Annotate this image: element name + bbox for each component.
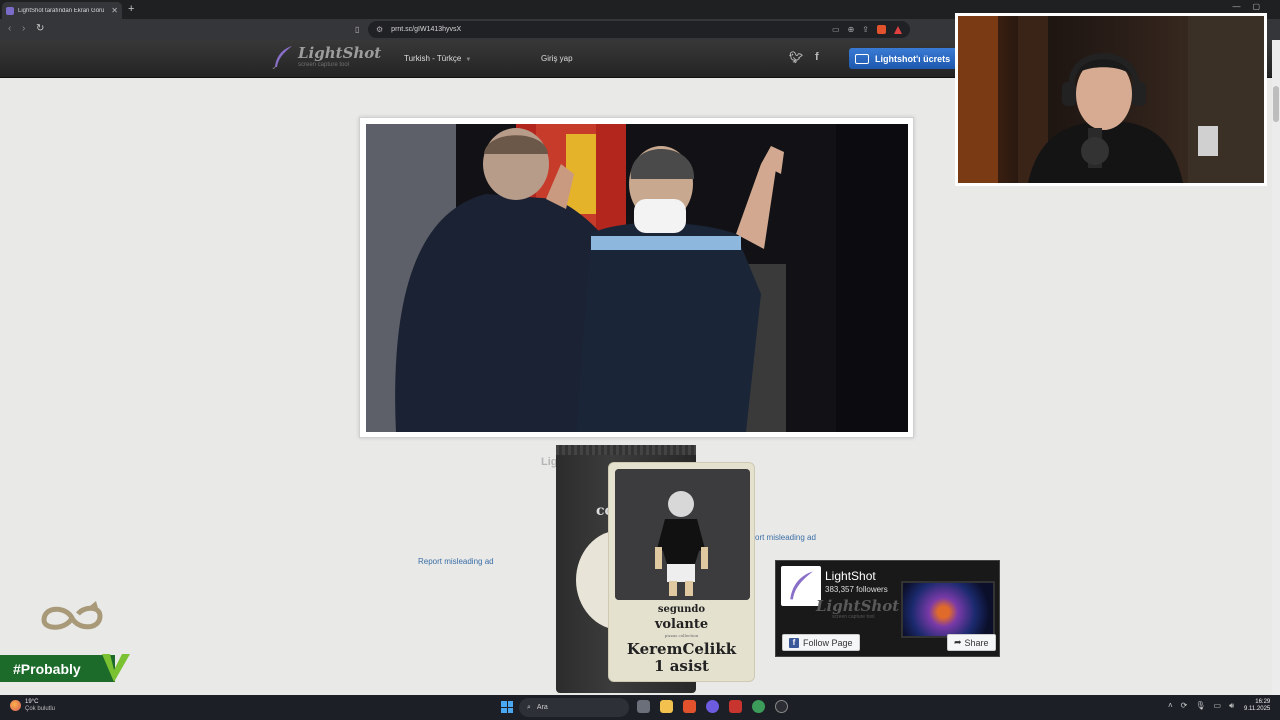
browser-tab[interactable]: LightShot tarafından Ekran Görü ✕ (2, 2, 122, 19)
screenshot-image[interactable] (366, 124, 908, 432)
twitter-icon[interactable]: 🐦︎ (789, 51, 803, 64)
brave-browser-icon[interactable] (683, 700, 696, 713)
bookmark-icon[interactable]: ▯ (355, 24, 359, 36)
webcam-feed (958, 16, 1264, 183)
fb-page-name[interactable]: LightShot (825, 569, 876, 583)
network-icon[interactable]: ▭ (1214, 701, 1222, 711)
scrollbar-thumb[interactable] (1273, 86, 1279, 122)
webcam-overlay (955, 13, 1267, 186)
follow-page-button[interactable]: f Follow Page (782, 634, 860, 651)
system-tray: ˄ ⟳ 🎙︎ ▭ 🔊︎ (1168, 701, 1234, 711)
feather-icon (272, 46, 292, 69)
clock-time: 16:29 (1255, 699, 1271, 705)
search-placeholder: Ara (536, 704, 548, 711)
login-link[interactable]: Giriş yap (541, 54, 573, 63)
cast-icon[interactable]: ▭ (832, 25, 840, 34)
logo-subtitle: screen capture tool (298, 62, 350, 68)
follow-page-label: Follow Page (803, 637, 853, 648)
language-label: Turkish - Türkçe (404, 54, 462, 63)
app-icon[interactable] (729, 700, 742, 713)
start-icon[interactable] (501, 701, 513, 713)
url-text: prnt.sc/gIW1413hyvsX (391, 26, 462, 33)
facebook-icon: f (789, 637, 799, 648)
pack-crimp (556, 445, 696, 455)
player-card-art (615, 469, 750, 600)
card-line-2: volante (654, 617, 709, 632)
volume-icon[interactable]: 🔊︎ (1229, 701, 1234, 711)
download-label: Lightshot'ı ücrets (875, 53, 951, 64)
task-view-icon[interactable] (637, 700, 650, 713)
share-page-icon[interactable]: ⇪ (862, 25, 869, 34)
forward-icon[interactable]: › (22, 23, 25, 35)
fb-wordmark: LightShot (816, 597, 900, 615)
card-line-3: pizzas collection (664, 633, 699, 638)
file-explorer-icon[interactable] (660, 700, 673, 713)
microphone-icon[interactable]: 🎙︎ (1195, 701, 1205, 711)
download-button[interactable]: Lightshot'ı ücrets (849, 48, 969, 69)
minimize-icon[interactable]: — (1232, 2, 1240, 11)
language-selector[interactable]: Turkish - Türkçe ▼ (404, 54, 471, 63)
taskbar-search[interactable]: ⌕ Ara (519, 698, 629, 717)
share-button[interactable]: ➦ Share (947, 634, 996, 651)
brave-shield-icon[interactable] (877, 25, 886, 34)
taskbar-clock[interactable]: 16:29 9.11.2025 (1244, 699, 1270, 713)
card-line-1: segundo (657, 604, 706, 615)
download-icon (855, 53, 869, 64)
report-ad-link-left[interactable]: Report misleading ad (418, 557, 494, 566)
sync-icon[interactable]: ⟳ (1181, 701, 1188, 711)
weather-temp: 19°C (25, 699, 39, 705)
search-icon: ⌕ (527, 703, 531, 711)
chevron-down-icon: ▼ (465, 57, 472, 63)
lightshot-favicon-icon (6, 6, 14, 15)
green-v-icon (102, 654, 130, 682)
card-stat: 1 asist (654, 657, 709, 675)
window-controls: — ▢ (1232, 2, 1260, 11)
obs-icon[interactable] (775, 700, 788, 713)
share-label: Share (964, 637, 989, 648)
taskbar-apps (637, 700, 788, 713)
hashtag-banner: #Probably (0, 655, 115, 682)
share-icon: ➦ (954, 637, 962, 647)
social-links: 🐦︎ f (789, 51, 819, 64)
maximize-icon[interactable]: ▢ (1252, 2, 1260, 11)
lightshot-logo[interactable]: LightShot screen capture tool (272, 45, 381, 69)
card-player-name: KeremCelikk (626, 640, 737, 658)
weather-desc: Çok bulutlu (25, 705, 56, 712)
fb-wordmark-sub: screen capture tool (832, 614, 875, 620)
report-ad-link-right[interactable]: ort misleading ad (755, 533, 816, 542)
reload-icon[interactable]: ↻ (36, 23, 44, 35)
feather-icon (790, 571, 813, 600)
app-icon[interactable] (752, 700, 765, 713)
weather-icon (10, 700, 21, 712)
back-icon[interactable]: ‹ (8, 23, 11, 35)
weather-widget[interactable]: 19°C Çok bulutlu (10, 699, 55, 712)
brave-rewards-icon[interactable] (894, 25, 902, 34)
logo-title: LightShot (298, 44, 382, 62)
lightshot-avatar[interactable] (781, 566, 821, 606)
screenshot-frame (359, 117, 914, 438)
clock-date: 9.11.2025 (1244, 706, 1271, 713)
fb-followers: 383,357 followers (825, 585, 888, 594)
zoom-icon[interactable]: ⊕ (848, 25, 855, 34)
dragon-logo-icon (41, 601, 103, 630)
player-card: segundo volante pizzas collection KeremC… (608, 462, 755, 682)
facebook-icon[interactable]: f (815, 51, 819, 64)
facebook-page-widget: LightShot 383,357 followers LightShot sc… (775, 560, 1000, 657)
discord-icon[interactable] (706, 700, 719, 713)
new-tab-icon[interactable]: + (128, 3, 134, 15)
address-bar[interactable]: ⚙ prnt.sc/gIW1413hyvsX ▭ ⊕ ⇪ (368, 21, 910, 38)
site-settings-icon[interactable]: ⚙ (376, 25, 383, 34)
windows-taskbar: 19°C Çok bulutlu ⌕ Ara ˄ ⟳ 🎙︎ ▭ 🔊︎ 16:29… (0, 695, 1280, 720)
chevron-up-icon[interactable]: ˄ (1168, 701, 1173, 711)
fb-cover-thumbnail (901, 581, 995, 638)
tab-title: LightShot tarafından Ekran Görü (18, 7, 105, 14)
page-scrollbar[interactable] (1272, 40, 1280, 695)
close-tab-icon[interactable]: ✕ (111, 6, 118, 15)
